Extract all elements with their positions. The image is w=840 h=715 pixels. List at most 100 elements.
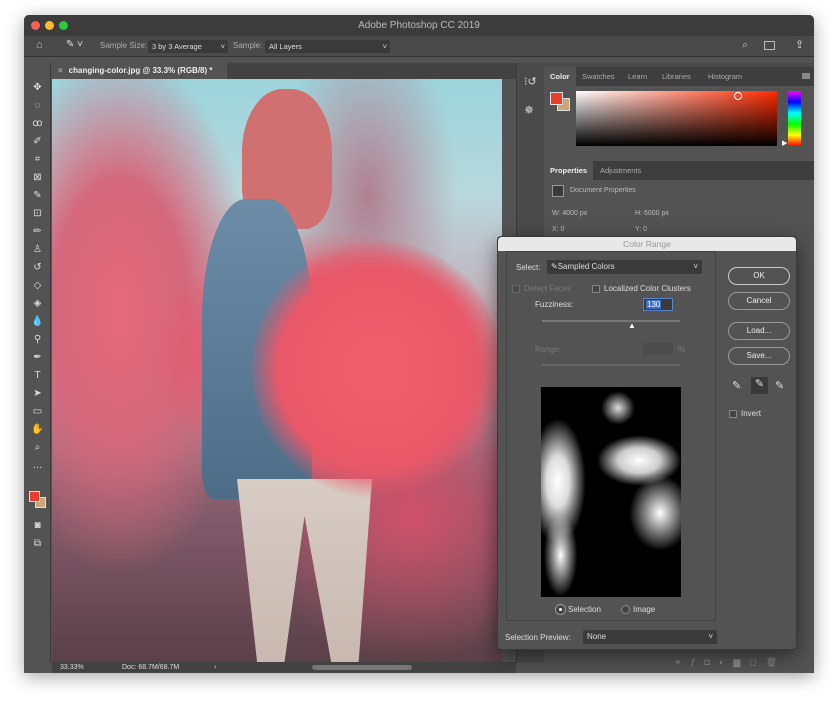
path-select-icon[interactable]: ➤ [31,387,44,400]
add-to-sample-eyedropper-icon[interactable]: ✎ [751,377,768,394]
panel-menu-icon[interactable] [802,73,810,79]
y-value: Y: 0 [635,226,648,233]
photo-smoke [252,239,502,499]
dodge-tool-icon[interactable]: ⚲ [31,333,44,346]
image-radio[interactable] [621,605,630,614]
fuzziness-slider-handle[interactable]: ▲ [628,321,636,330]
hand-tool-icon[interactable]: ✋ [31,423,44,436]
zoom-window-button[interactable] [59,21,68,30]
invert-checkbox[interactable] [729,410,737,418]
search-icon[interactable]: ⌕ [742,39,748,52]
eraser-tool-icon[interactable]: ◇ [31,279,44,292]
localized-clusters-checkbox[interactable] [592,285,600,293]
sample-size-value: 3 by 3 Average [152,42,202,51]
foreground-color-swatch[interactable] [29,491,40,502]
ok-button[interactable]: OK [728,267,790,285]
type-tool-icon[interactable]: T [31,369,44,382]
photo-jeans [237,479,372,662]
selection-preview-dropdown[interactable]: None ˅ [583,630,717,644]
document-properties-header: Document Properties [570,187,636,194]
color-panel: ▶ [544,86,814,161]
quick-mask-icon[interactable]: ◙ [31,519,44,532]
color-field[interactable] [576,91,777,146]
close-tab-icon[interactable]: × [58,66,63,75]
color-picker-cursor[interactable] [734,92,742,100]
sample-size-dropdown[interactable]: 3 by 3 Average ˅ [148,40,228,53]
range-unit: % [678,345,686,354]
selection-preview-image[interactable] [541,387,681,597]
range-input[interactable] [643,343,673,355]
blur-tool-icon[interactable]: 💧 [31,315,44,328]
selection-preview-label: Selection Preview: [505,633,571,642]
fuzziness-slider[interactable]: ▲ [542,320,680,330]
save-button[interactable]: Save... [728,347,790,365]
eyedropper-tool-icon[interactable]: ✎ [31,189,44,202]
move-tool-icon[interactable]: ✥ [31,81,44,94]
foreground-color-chip[interactable] [550,92,563,105]
detect-faces-checkbox[interactable] [512,285,520,293]
screen-mode-icon[interactable]: ⧉ [31,537,44,550]
minimize-window-button[interactable] [45,21,54,30]
tab-learn[interactable]: Learn [622,67,653,86]
marquee-tool-icon[interactable]: ◌ [31,99,44,112]
properties-panel-tabs: Properties Adjustments [544,161,814,180]
quick-select-tool-icon[interactable]: ✐ [31,135,44,148]
healing-tool-icon[interactable]: ⊡ [31,207,44,220]
hue-slider[interactable] [788,91,801,146]
zoom-tool-icon[interactable]: ⌕ [31,441,44,454]
sample-size-label: Sample Size: [100,41,148,50]
tab-swatches[interactable]: Swatches [576,67,621,86]
paint-bucket-icon[interactable]: ◈ [31,297,44,310]
eyedropper-icon[interactable]: ✎ [732,379,741,392]
sample-label: Sample: [233,41,263,50]
tab-properties[interactable]: Properties [544,161,594,180]
workspace-icon[interactable] [764,41,775,50]
zoom-level[interactable]: 33.33% [60,662,84,673]
document-tab[interactable]: × changing-color.jpg @ 33.3% (RGB/8) * [52,63,227,79]
crop-tool-icon[interactable]: ⌗ [31,153,44,166]
pen-tool-icon[interactable]: ✒ [31,351,44,364]
more-tools-icon[interactable]: … [31,459,44,472]
layers-footer-icons[interactable]: ⚭ƒ◘◐▆◻🗑 [674,657,786,668]
invert-label: Invert [741,409,762,418]
selection-preview-value: None [587,632,607,641]
selection-radio-label: Selection [568,605,601,614]
close-window-button[interactable] [31,21,40,30]
stamp-tool-icon[interactable]: ♙ [31,243,44,256]
tab-adjustments[interactable]: Adjustments [594,161,647,180]
brush-tool-icon[interactable]: ✏ [31,225,44,238]
document-canvas[interactable] [52,79,502,662]
tab-color[interactable]: Color [544,67,576,86]
share-icon[interactable]: ⇪ [795,38,804,51]
home-icon[interactable]: ⌂ [36,39,43,51]
rectangle-tool-icon[interactable]: ▭ [31,405,44,418]
tab-libraries[interactable]: Libraries [656,67,697,86]
range-slider[interactable] [542,364,680,366]
window-title: Adobe Photoshop CC 2019 [358,20,480,31]
hue-slider-handle[interactable]: ▶ [782,139,787,147]
toolbar: ✥ ◌ ꝏ ✐ ⌗ ⊠ ✎ ⊡ ✏ ♙ ↺ ◇ ◈ 💧 ⚲ ✒ T ➤ ▭ ✋ … [24,63,51,663]
cancel-button[interactable]: Cancel [728,292,790,310]
history-brush-icon[interactable]: ↺ [31,261,44,274]
fuzziness-label: Fuzziness: [535,300,574,309]
selection-radio[interactable] [556,605,565,614]
sample-value: All Layers [269,42,302,51]
horizontal-scrollbar[interactable] [312,665,412,670]
eyedropper-tool-preset-icon[interactable]: ✎ ˅ [66,39,83,50]
fuzziness-input[interactable]: 130 [643,298,673,311]
document-tab-bar: × changing-color.jpg @ 33.3% (RGB/8) * [52,63,516,79]
frame-tool-icon[interactable]: ⊠ [31,171,44,184]
sample-dropdown[interactable]: All Layers ˅ [265,40,390,53]
lasso-tool-icon[interactable]: ꝏ [31,117,44,130]
brush-settings-icon[interactable]: ✵ [524,103,534,117]
tab-histogram[interactable]: Histogram [702,67,748,86]
width-value: W: 4000 px [552,210,588,217]
status-arrow-icon[interactable]: › [214,662,216,673]
x-value: X: 0 [552,226,565,233]
subtract-from-sample-eyedropper-icon[interactable]: ✎ [775,379,784,392]
load-button[interactable]: Load... [728,322,790,340]
height-value: H: 6000 px [635,210,669,217]
select-dropdown[interactable]: ✎Sampled Colors ˅ [547,260,702,274]
history-panel-icon[interactable]: ⁝↺ [524,75,537,88]
doc-size: Doc: 68.7M/68.7M [122,664,180,671]
